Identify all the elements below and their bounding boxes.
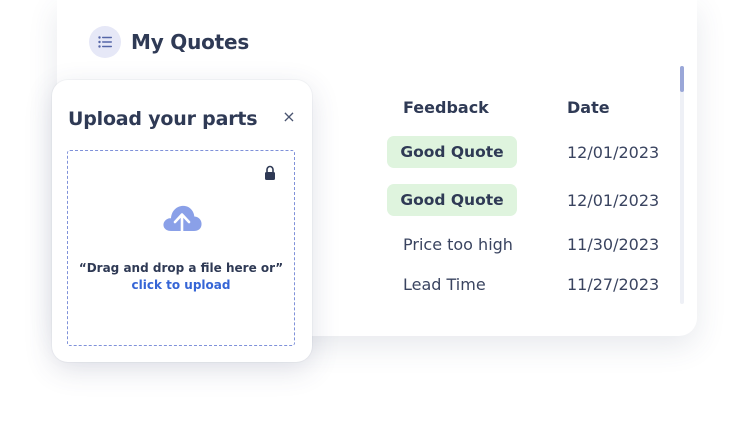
page-title: My Quotes <box>131 30 250 54</box>
feedback-badge: Good Quote <box>387 184 517 216</box>
column-header-feedback: Feedback <box>403 98 489 117</box>
quote-date: 12/01/2023 <box>567 191 660 210</box>
dropzone[interactable]: “Drag and drop a file here or” click to … <box>67 150 295 346</box>
quote-date: 12/01/2023 <box>567 143 660 162</box>
feedback-text: Price too high <box>403 235 513 254</box>
cloud-upload-icon <box>161 201 203 243</box>
list-icon <box>89 26 121 58</box>
click-to-upload-link[interactable]: click to upload <box>68 278 294 292</box>
stage: My Quotes Feedback Date Good Quote 12/01… <box>0 0 747 448</box>
feedback-badge: Good Quote <box>387 136 517 168</box>
drag-drop-text: “Drag and drop a file here or” <box>78 261 284 275</box>
quote-date: 11/27/2023 <box>567 275 660 294</box>
scrollbar[interactable] <box>680 66 684 304</box>
upload-title: Upload your parts <box>68 108 258 130</box>
lock-icon <box>264 165 276 185</box>
card-header: My Quotes <box>89 26 249 58</box>
feedback-text: Lead Time <box>403 275 486 294</box>
scrollbar-thumb[interactable] <box>680 66 684 92</box>
close-icon[interactable]: × <box>281 109 297 125</box>
quote-date: 11/30/2023 <box>567 235 660 254</box>
upload-panel: Upload your parts × “Drag and drop a fil… <box>52 80 312 362</box>
column-header-date: Date <box>567 98 610 117</box>
